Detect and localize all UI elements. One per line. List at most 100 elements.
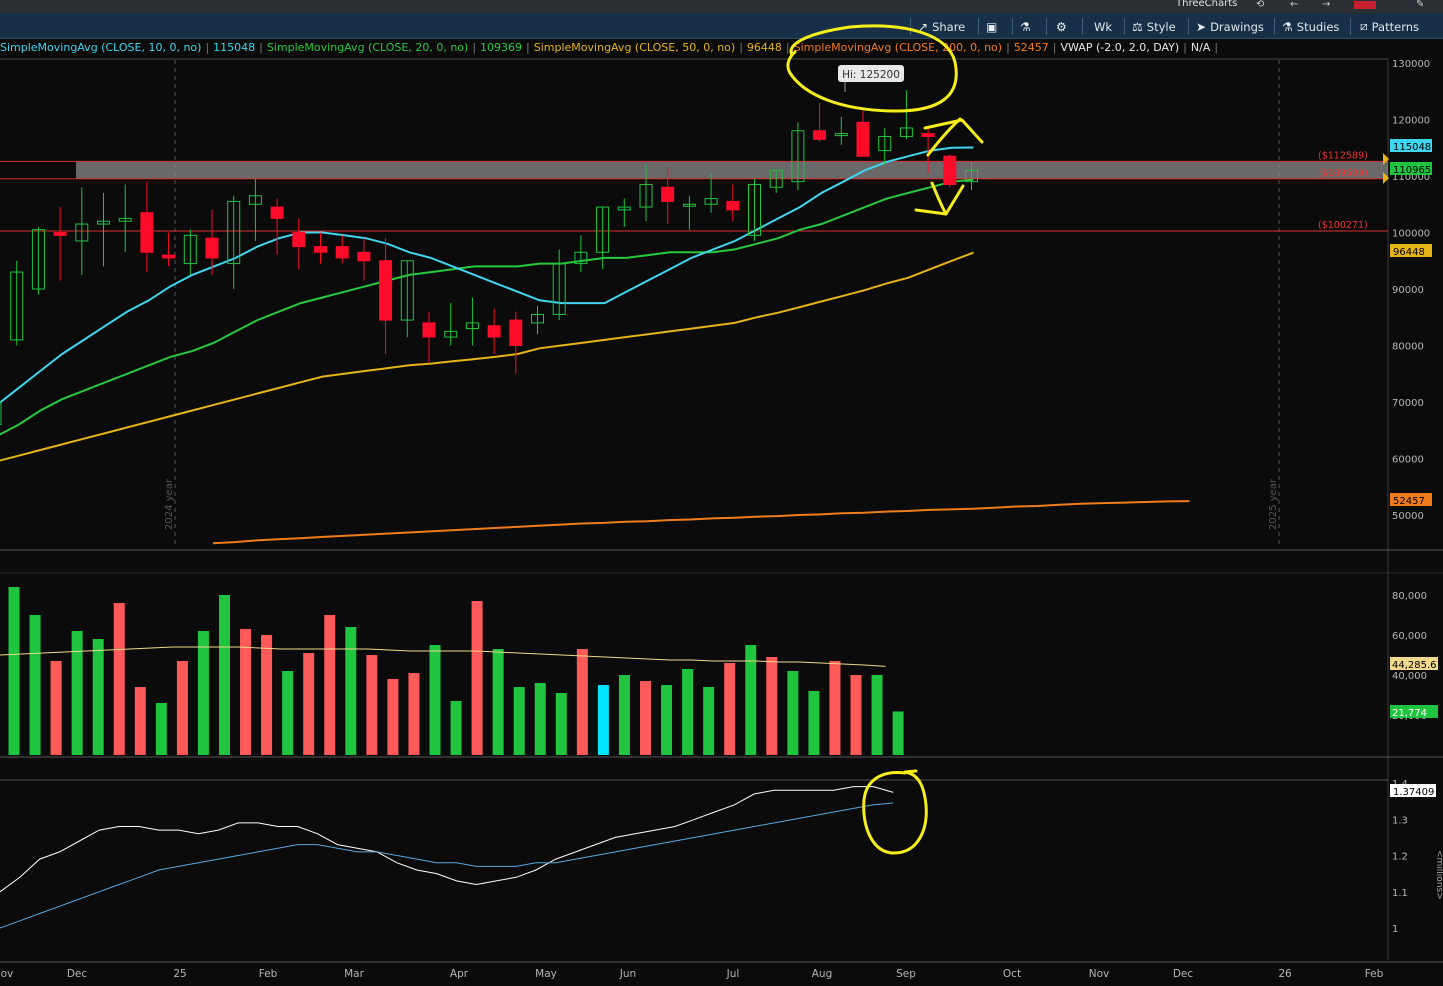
lower-y-tick: 1 [1392,924,1398,935]
volume-bar [471,601,483,755]
y-tick-label: 130000 [1392,59,1430,70]
candle-down [140,212,154,253]
support-zone-box[interactable] [76,161,1388,179]
candle-down [813,130,827,140]
volume-bar [29,615,41,755]
volume-bar [682,669,694,755]
x-axis-label: Jul [726,968,740,980]
volume-bar [366,655,378,755]
x-axis-label: Dec [67,968,88,980]
volume-bar [134,687,146,755]
candle-down [335,246,349,259]
volume-bar [871,675,883,755]
volume-y-tick: 40,000 [1392,671,1427,682]
volume-bar [113,603,125,755]
volume-bar [534,683,546,755]
candle-down [205,237,219,259]
high-label: Hi: 125200 [842,69,900,81]
volume-bar [219,595,230,755]
lower-series-line [0,802,894,929]
y-tick-label: 50000 [1392,511,1424,522]
price-badge-text: 52457 [1393,496,1425,507]
volume-y-tick: 60,000 [1392,631,1427,642]
x-axis-label: Dec [1173,968,1194,980]
x-axis-label: Mar [344,968,364,980]
x-axis-label: 26 [1278,968,1292,980]
lower-y-tick: 1.1 [1392,888,1408,899]
y-tick-label: 60000 [1392,455,1424,466]
volume-y-tick: 80,000 [1392,591,1427,602]
candle-down [856,121,870,157]
volume-bar [703,687,715,755]
volume-bar [176,661,188,755]
volume-bar [155,703,167,755]
x-axis-label: Nov [0,968,13,980]
volume-bar [597,685,609,755]
chart-canvas[interactable]: 2024 year 2025 year ($112589) ($109509) ($… [0,0,1443,986]
volume-bar [450,701,462,755]
candle-down [726,200,740,211]
volume-bar [261,635,273,755]
x-axis-label: Aug [812,968,833,980]
year-marker-2024: 2024 year [164,478,175,530]
volume-bar [387,679,399,755]
lower-side-label: <millions> [1434,850,1443,900]
volume-bar [618,675,630,755]
volume-bar [808,691,820,755]
candle-down [53,232,67,236]
volume-bar [661,685,673,755]
volume-badge-text: 21,774 [1392,708,1427,719]
volume-bar [829,661,841,755]
volume-bar [576,649,588,755]
volume-badge-text: 44,285.6 [1392,660,1437,671]
lower-y-tick: 1.2 [1392,852,1408,863]
candle-down [162,254,176,259]
volume-bar [555,693,567,755]
x-axis-label: Feb [1365,968,1384,980]
volume-bar [197,631,209,755]
volume-bar [92,639,104,755]
volume-bar [787,671,799,755]
volume-bar [892,711,904,755]
candle-down [422,322,436,338]
volume-bar [492,649,504,755]
price-level-label: ($112589) [1318,150,1368,161]
x-axis-label: Nov [1089,968,1110,980]
volume-bar [429,645,441,755]
volume-bar [50,661,62,755]
volume-bar [8,587,20,755]
price-badge-text: 115048 [1393,142,1431,153]
volume-bar [408,673,420,755]
candle-down [509,319,523,347]
x-axis-label: Feb [259,968,278,980]
y-tick-label: 120000 [1392,116,1430,127]
x-axis-label: Apr [450,968,469,980]
y-tick-label: 90000 [1392,285,1424,296]
x-axis-label: May [535,968,557,980]
volume-bar [724,663,736,755]
x-axis-label: 25 [173,968,186,980]
lower-series-line [0,786,894,893]
candle-down [270,206,284,219]
candle-down [379,260,393,321]
lower-y-tick: 1.3 [1392,815,1408,826]
volume-bar [324,615,336,755]
candle-down [943,155,957,185]
price-badge-text: 96448 [1393,247,1425,258]
volume-bar [345,627,357,755]
volume-bar [71,631,83,755]
year-marker-2025: 2025 year [1268,478,1279,530]
y-tick-label: 80000 [1392,342,1424,353]
annotation-circle-lower [862,769,928,855]
lower-badge-text: 1.37409 [1393,787,1434,798]
y-tick-label: 100000 [1392,229,1430,240]
candle-down [292,232,306,248]
candle-down [314,246,327,253]
candle-down [921,133,935,137]
price-level-label: ($109509) [1318,168,1368,179]
volume-bar [282,671,294,755]
y-tick-label: 70000 [1392,398,1424,409]
volume-bar [513,687,525,755]
volume-bar [303,653,315,755]
price-level-label: ($100271) [1318,220,1368,231]
